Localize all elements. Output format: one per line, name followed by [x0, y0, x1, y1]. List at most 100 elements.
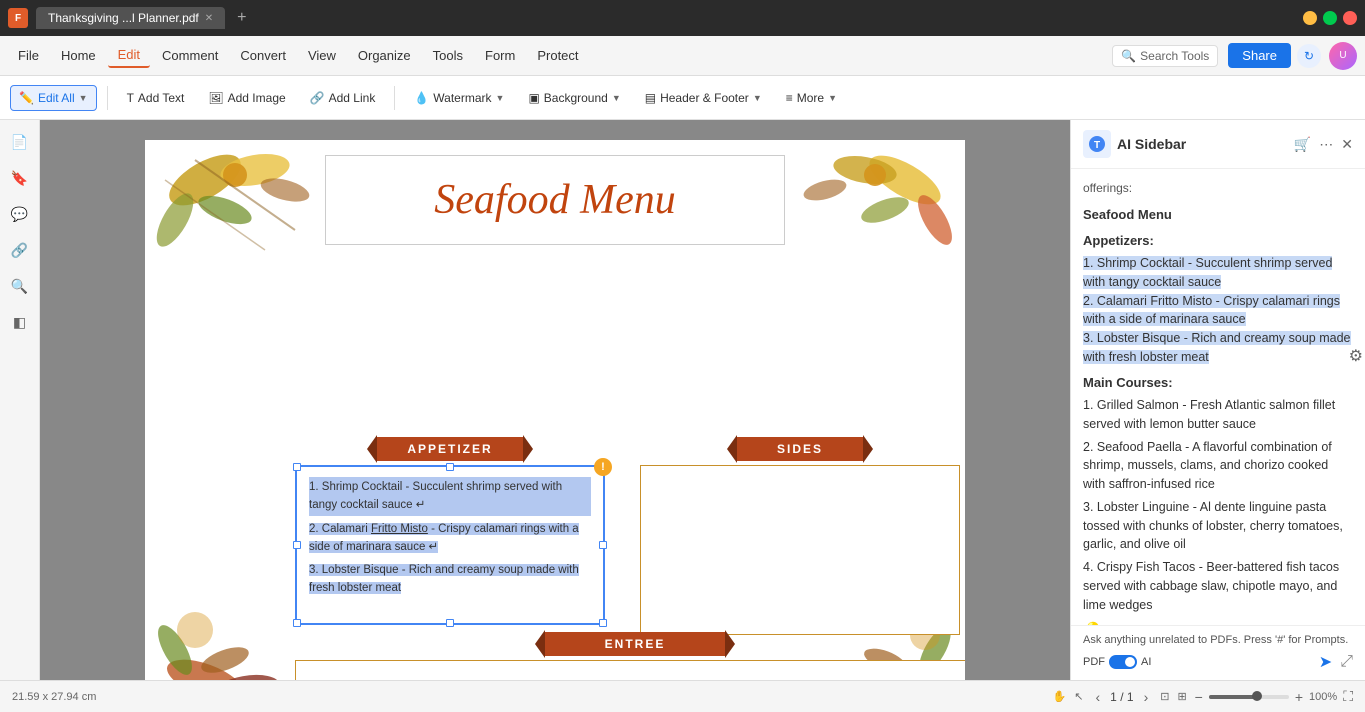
add-link-button[interactable]: 🔗 Add Link: [301, 85, 385, 111]
resize-handle-tc[interactable]: [446, 463, 454, 471]
menu-title: Seafood Menu: [434, 176, 675, 224]
ai-main-course-3: 3. Lobster Linguine - Al dente linguine …: [1083, 498, 1353, 554]
edit-toolbar: ✏️ Edit All ▼ T Add Text 🖼 Add Image 🔗 A…: [0, 76, 1365, 120]
page-dimensions: 21.59 x 27.94 cm: [12, 691, 96, 703]
edit-all-label: Edit All: [38, 91, 75, 105]
menu-home[interactable]: Home: [51, 44, 106, 67]
ai-content-intro: offerings:: [1083, 179, 1353, 197]
ai-pdf-toggle[interactable]: PDF AI: [1083, 655, 1151, 669]
ai-appetizer-2: 2. Calamari Fritto Misto - Crispy calama…: [1083, 292, 1353, 330]
sidebar-item-search[interactable]: 🔍: [6, 272, 34, 300]
watermark-button[interactable]: 💧 Watermark ▼: [405, 85, 513, 111]
search-icon: 🔍: [1121, 49, 1136, 63]
title-bar: F Thanksgiving ...l Planner.pdf ✕ +: [0, 0, 1365, 36]
menu-edit[interactable]: Edit: [108, 43, 150, 68]
ai-appetizers-heading: Appetizers:: [1083, 231, 1353, 251]
zoom-out-button[interactable]: −: [1195, 689, 1203, 705]
search-tools-label: Search Tools: [1140, 49, 1209, 63]
tab-label: Thanksgiving ...l Planner.pdf: [48, 11, 199, 25]
resize-handle-mr[interactable]: [599, 541, 607, 549]
menu-protect[interactable]: Protect: [527, 44, 588, 67]
ai-main-course-2: 2. Seafood Paella - A flavorful combinat…: [1083, 438, 1353, 494]
entree-left-arrow: [535, 630, 545, 658]
sidebar-item-links[interactable]: 🔗: [6, 236, 34, 264]
page-navigation: ‹ 1 / 1 ›: [1092, 689, 1153, 705]
sidebar-item-pages[interactable]: 📄: [6, 128, 34, 156]
resize-handle-br[interactable]: [599, 619, 607, 627]
resize-handle-ml[interactable]: [293, 541, 301, 549]
chevron-down-icon: ▼: [753, 93, 762, 103]
edit-icon: ✏️: [19, 91, 34, 105]
add-tab-button[interactable]: +: [237, 9, 246, 27]
add-image-button[interactable]: 🖼 Add Image: [199, 85, 294, 111]
chevron-down-icon: ▼: [828, 93, 837, 103]
select-tool-icon[interactable]: ↖: [1074, 690, 1083, 703]
appetizer-item-2: 2. Calamari Fritto Misto - Crispy calama…: [309, 520, 591, 557]
header-icon: ▤: [645, 91, 656, 105]
ai-cart-icon[interactable]: 🛒: [1294, 136, 1311, 153]
appetizer-item-1-highlighted: 1. Shrimp Cocktail - Succulent shrimp se…: [309, 477, 591, 516]
text-icon: T: [127, 91, 134, 105]
chevron-down-icon: ▼: [496, 93, 505, 103]
entree-content-box[interactable]: [295, 660, 965, 680]
more-button[interactable]: ≡ More ▼: [777, 85, 846, 111]
zoom-slider-thumb[interactable]: [1252, 691, 1262, 701]
fit-width-icon[interactable]: ⊡: [1160, 690, 1169, 703]
main-layout: 📄 🔖 💬 🔗 🔍 ◧: [0, 120, 1365, 680]
ai-main-courses-block: Main Courses: 1. Grilled Salmon - Fresh …: [1083, 373, 1353, 615]
menu-form[interactable]: Form: [475, 44, 525, 67]
menu-file[interactable]: File: [8, 44, 49, 67]
sidebar-item-comments[interactable]: 💬: [6, 200, 34, 228]
share-button[interactable]: Share: [1228, 43, 1291, 68]
divider-2: [394, 86, 395, 110]
menu-view[interactable]: View: [298, 44, 346, 67]
menu-convert[interactable]: Convert: [230, 44, 296, 67]
entree-section: ENTREE: [295, 630, 965, 680]
edit-all-button[interactable]: ✏️ Edit All ▼: [10, 85, 97, 111]
canvas-area[interactable]: Seafood Menu APPETIZER: [40, 120, 1070, 680]
watermark-icon: 💧: [414, 91, 429, 105]
settings-panel-icon[interactable]: ⚙: [1329, 120, 1365, 680]
left-sidebar: 📄 🔖 💬 🔗 🔍 ◧: [0, 120, 40, 680]
zoom-in-button[interactable]: +: [1295, 689, 1303, 705]
ai-sidebar-header: T AI Sidebar 🛒 ⋯ ✕ ⚙: [1071, 120, 1365, 169]
search-tools-input[interactable]: 🔍 Search Tools: [1112, 45, 1218, 67]
thumbnail-view-icon[interactable]: ⊞: [1177, 690, 1186, 703]
menu-organize[interactable]: Organize: [348, 44, 421, 67]
sync-icon[interactable]: ↻: [1297, 44, 1321, 68]
pdf-page: Seafood Menu APPETIZER: [145, 140, 965, 680]
entree-banner: ENTREE: [545, 632, 726, 656]
ai-main-course-4: 4. Crispy Fish Tacos - Beer-battered fis…: [1083, 558, 1353, 614]
app-icon: F: [8, 8, 28, 28]
ai-sidebar-logo: T: [1083, 130, 1111, 158]
toggle-switch[interactable]: [1109, 655, 1137, 669]
hand-tool-icon[interactable]: ✋: [1053, 690, 1067, 703]
leaf-decoration-tr: [765, 140, 965, 340]
background-button[interactable]: ▣ Background ▼: [519, 85, 629, 111]
sides-content-box[interactable]: [640, 465, 960, 635]
menu-comment[interactable]: Comment: [152, 44, 228, 67]
sidebar-item-layers[interactable]: ◧: [6, 308, 34, 336]
sides-section: SIDES: [640, 435, 960, 635]
ai-main-courses-heading: Main Courses:: [1083, 373, 1353, 393]
header-footer-button[interactable]: ▤ Header & Footer ▼: [636, 85, 771, 111]
chevron-down-icon: ▼: [612, 93, 621, 103]
menu-tools[interactable]: Tools: [423, 44, 473, 67]
sides-banner: SIDES: [737, 437, 863, 461]
minimize-button[interactable]: [1303, 11, 1317, 25]
add-text-button[interactable]: T Add Text: [118, 85, 194, 111]
ai-footer-hint: Ask anything unrelated to PDFs. Press '#…: [1083, 634, 1353, 646]
resize-handle-bc[interactable]: [446, 619, 454, 627]
resize-handle-bl[interactable]: [293, 619, 301, 627]
sides-left-arrow: [727, 435, 737, 463]
close-tab-button[interactable]: ✕: [205, 13, 213, 24]
zoom-slider[interactable]: [1209, 695, 1289, 699]
resize-handle-tl[interactable]: [293, 463, 301, 471]
appetizer-content-box[interactable]: ! 1. Shrimp Cocktail - Succulent shrimp …: [295, 465, 605, 625]
sidebar-item-bookmarks[interactable]: 🔖: [6, 164, 34, 192]
ai-sidebar: T AI Sidebar 🛒 ⋯ ✕ ⚙ offerings: Seafood …: [1070, 120, 1365, 680]
active-tab[interactable]: Thanksgiving ...l Planner.pdf ✕: [36, 7, 225, 29]
prev-page-button[interactable]: ‹: [1092, 689, 1105, 705]
ai-appetizer-3: 3. Lobster Bisque - Rich and creamy soup…: [1083, 329, 1353, 367]
next-page-button[interactable]: ›: [1140, 689, 1153, 705]
